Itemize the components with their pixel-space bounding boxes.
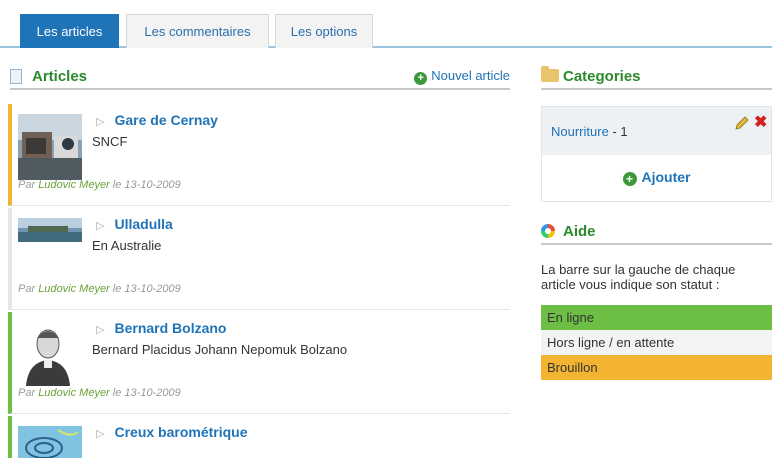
help-icon — [541, 224, 555, 238]
article-title: Creux barométrique — [114, 424, 248, 440]
article-meta: Par Ludovic Meyer le 13-10-2009 — [18, 387, 181, 399]
article-thumbnail — [18, 426, 82, 458]
article-title-link[interactable]: ▷ Bernard Bolzano — [96, 320, 226, 336]
article-date: 13-10-2009 — [124, 283, 181, 295]
legend-offline: Hors ligne / en attente — [541, 330, 772, 355]
tab-options[interactable]: Les options — [275, 14, 373, 48]
category-count: 1 — [620, 124, 628, 139]
new-article-link[interactable]: + Nouvel article — [414, 68, 510, 85]
add-category-button[interactable]: + Ajouter — [542, 169, 771, 186]
article-item: ▷ Gare de Cernay SNCF Par Ludovic Meyer l… — [8, 104, 510, 206]
article-title-link[interactable]: ▷ Ulladulla — [96, 216, 173, 232]
category-link[interactable]: Nourriture - 1 — [551, 124, 628, 139]
legend-online: En ligne — [541, 305, 772, 330]
help-heading: Aide — [541, 219, 772, 245]
articles-title: Articles — [32, 68, 88, 85]
article-date: 13-10-2009 — [124, 387, 181, 399]
article-title-link[interactable]: ▷ Creux barométrique — [96, 424, 248, 440]
help-title: Aide — [563, 223, 596, 240]
expand-arrow-icon: ▷ — [96, 220, 105, 232]
article-item: ▷ Bernard Bolzano Bernard Placidus Johann… — [8, 312, 510, 414]
categories-title: Categories — [563, 68, 641, 85]
article-thumbnail — [18, 218, 82, 242]
article-thumbnail — [18, 322, 82, 386]
categories-box: Nourriture - 1 ✖ + Ajouter — [541, 106, 772, 202]
category-name: Nourriture — [551, 124, 609, 139]
article-subtitle: En Australie — [92, 238, 162, 253]
delete-icon[interactable]: ✖ — [754, 112, 767, 132]
article-title: Bernard Bolzano — [114, 320, 227, 336]
article-thumbnail — [18, 114, 82, 180]
author-link[interactable]: Ludovic Meyer — [38, 283, 110, 295]
edit-pencil-icon[interactable] — [734, 115, 750, 131]
tab-articles[interactable]: Les articles — [20, 14, 119, 48]
legend-draft: Brouillon — [541, 355, 772, 380]
categories-heading: Categories — [541, 64, 772, 90]
article-title-link[interactable]: ▷ Gare de Cernay — [96, 112, 218, 128]
document-icon — [10, 69, 22, 84]
article-subtitle: SNCF — [92, 134, 128, 149]
new-article-label: Nouvel article — [431, 68, 510, 83]
article-meta: Par Ludovic Meyer le 13-10-2009 — [18, 283, 181, 295]
expand-arrow-icon: ▷ — [96, 116, 105, 128]
folder-icon — [541, 66, 559, 82]
expand-arrow-icon: ▷ — [96, 428, 105, 440]
article-title: Gare de Cernay — [114, 112, 218, 128]
article-date: 13-10-2009 — [124, 179, 181, 191]
article-title: Ulladulla — [114, 216, 173, 232]
help-text: La barre sur la gauche de chaque article… — [541, 262, 736, 292]
add-category-label: Ajouter — [641, 169, 691, 185]
article-item: ▷ Creux barométrique — [8, 416, 510, 458]
tab-bar: Les articles Les commentaires Les option… — [0, 0, 772, 48]
add-icon: + — [414, 72, 428, 85]
author-link[interactable]: Ludovic Meyer — [38, 387, 110, 399]
article-subtitle: Bernard Placidus Johann Nepomuk Bolzano — [92, 342, 348, 357]
tab-comments[interactable]: Les commentaires — [126, 14, 269, 48]
articles-heading: Articles + Nouvel article — [10, 64, 510, 90]
article-item: ▷ Ulladulla En Australie Par Ludovic Meye… — [8, 208, 510, 310]
category-row: Nourriture - 1 ✖ — [542, 107, 771, 155]
add-icon: + — [622, 172, 637, 186]
article-meta: Par Ludovic Meyer le 13-10-2009 — [18, 179, 181, 191]
author-link[interactable]: Ludovic Meyer — [38, 179, 110, 191]
category-separator: - — [612, 124, 617, 139]
expand-arrow-icon: ▷ — [96, 324, 105, 336]
